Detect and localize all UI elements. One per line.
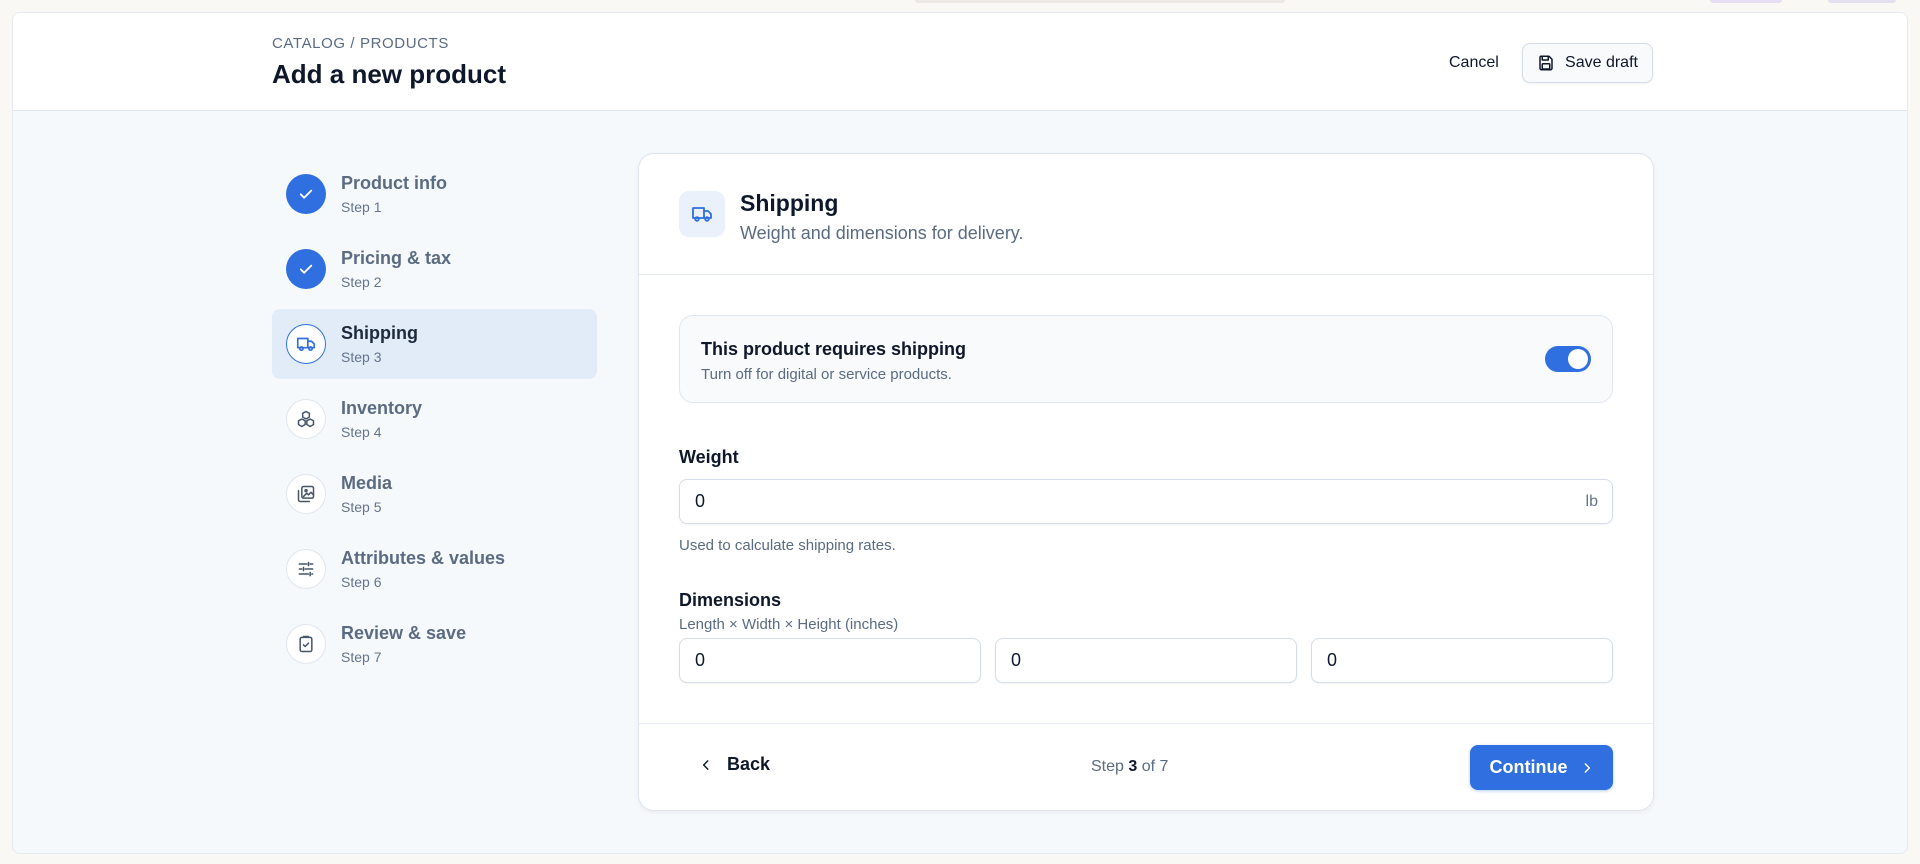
step-review-save[interactable]: Review & save Step 7 (272, 609, 597, 679)
requires-shipping-description: Turn off for digital or service products… (701, 366, 952, 383)
step-circle (286, 474, 326, 514)
page-title: Add a new product (272, 59, 506, 89)
save-draft-button[interactable]: Save draft (1522, 43, 1653, 83)
top-edge-partial-element (915, 0, 1285, 3)
page-header: CATALOG / PRODUCTS Add a new product Can… (13, 13, 1907, 111)
step-product-info[interactable]: Product info Step 1 (272, 159, 597, 229)
card-title: Shipping (740, 190, 839, 216)
dimensions-hint: Length × Width × Height (inches) (679, 616, 899, 633)
step-navigation: Product info Step 1 Pricing & tax Step 2… (272, 159, 597, 684)
images-icon (297, 485, 315, 503)
clipboard-check-icon (299, 635, 313, 653)
save-draft-label: Save draft (1565, 54, 1638, 71)
step-media[interactable]: Media Step 5 (272, 459, 597, 529)
weight-input[interactable] (680, 480, 1612, 523)
step-label: Shipping (341, 323, 418, 343)
step-pricing-tax[interactable]: Pricing & tax Step 2 (272, 234, 597, 304)
requires-shipping-row: This product requires shipping Turn off … (679, 315, 1613, 403)
step-label: Product info (341, 173, 447, 193)
weight-label: Weight (679, 447, 739, 467)
step-number: Step 7 (341, 649, 382, 665)
save-icon (1539, 55, 1553, 71)
step-label: Media (341, 473, 393, 493)
check-icon (299, 264, 313, 274)
step-circle (286, 399, 326, 439)
cancel-button[interactable]: Cancel (1449, 54, 1499, 72)
dimensions-label: Dimensions (679, 590, 782, 610)
height-field-wrapper (1311, 638, 1613, 683)
step-number: Step 1 (341, 199, 382, 215)
boxes-icon (297, 410, 315, 428)
step-circle (286, 624, 326, 664)
truck-icon (692, 207, 712, 222)
continue-button[interactable]: Continue (1470, 745, 1613, 790)
width-field-wrapper (995, 638, 1297, 683)
step-circle (286, 249, 326, 289)
chevron-left-icon (702, 759, 709, 770)
step-number: Step 2 (341, 274, 382, 290)
width-input[interactable] (996, 639, 1296, 682)
check-icon (299, 189, 313, 199)
step-shipping[interactable]: Shipping Step 3 (272, 309, 597, 379)
step-number: Step 6 (341, 574, 382, 590)
step-circle (286, 549, 326, 589)
top-edge-partial-element (1828, 0, 1896, 3)
card-subtitle: Weight and dimensions for delivery. (740, 223, 1024, 243)
step-counter-total: of 7 (1141, 758, 1169, 775)
height-input[interactable] (1312, 639, 1612, 682)
step-number: Step 4 (341, 424, 382, 440)
card-header: Shipping Weight and dimensions for deliv… (639, 154, 1653, 275)
step-label: Pricing & tax (341, 248, 452, 268)
length-field-wrapper (679, 638, 981, 683)
step-attributes-values[interactable]: Attributes & values Step 6 (272, 534, 597, 604)
step-inventory[interactable]: Inventory Step 4 (272, 384, 597, 454)
continue-label: Continue (1489, 757, 1568, 777)
card-header-icon-box (679, 191, 725, 237)
requires-shipping-title: This product requires shipping (701, 339, 967, 359)
step-label: Review & save (341, 623, 467, 643)
truck-icon (296, 337, 316, 352)
shipping-form-card: Shipping Weight and dimensions for deliv… (638, 153, 1654, 811)
app-frame: CATALOG / PRODUCTS Add a new product Can… (12, 12, 1908, 854)
back-button[interactable]: Back (699, 754, 770, 775)
weight-hint: Used to calculate shipping rates. (679, 537, 896, 554)
weight-field-wrapper: lb (679, 479, 1613, 524)
back-label: Back (727, 754, 771, 774)
length-input[interactable] (680, 639, 980, 682)
weight-unit: lb (1585, 493, 1598, 510)
step-circle (286, 174, 326, 214)
chevron-right-icon (1584, 762, 1590, 773)
card-footer: Back Step 3 of 7 Continue (639, 723, 1653, 810)
step-label: Inventory (341, 398, 423, 418)
step-number: Step 5 (341, 499, 382, 515)
step-counter-current: 3 (1128, 758, 1138, 775)
step-circle (286, 324, 326, 364)
requires-shipping-toggle[interactable] (1545, 346, 1591, 372)
step-label: Attributes & values (341, 548, 506, 568)
step-counter-prefix: Step (1091, 758, 1124, 775)
step-counter: Step 3 of 7 (1091, 758, 1168, 776)
toggle-knob (1568, 349, 1588, 369)
top-edge-partial-element (1710, 0, 1782, 3)
breadcrumb: CATALOG / PRODUCTS (272, 35, 449, 52)
sliders-icon (298, 561, 314, 577)
step-number: Step 3 (341, 349, 382, 365)
